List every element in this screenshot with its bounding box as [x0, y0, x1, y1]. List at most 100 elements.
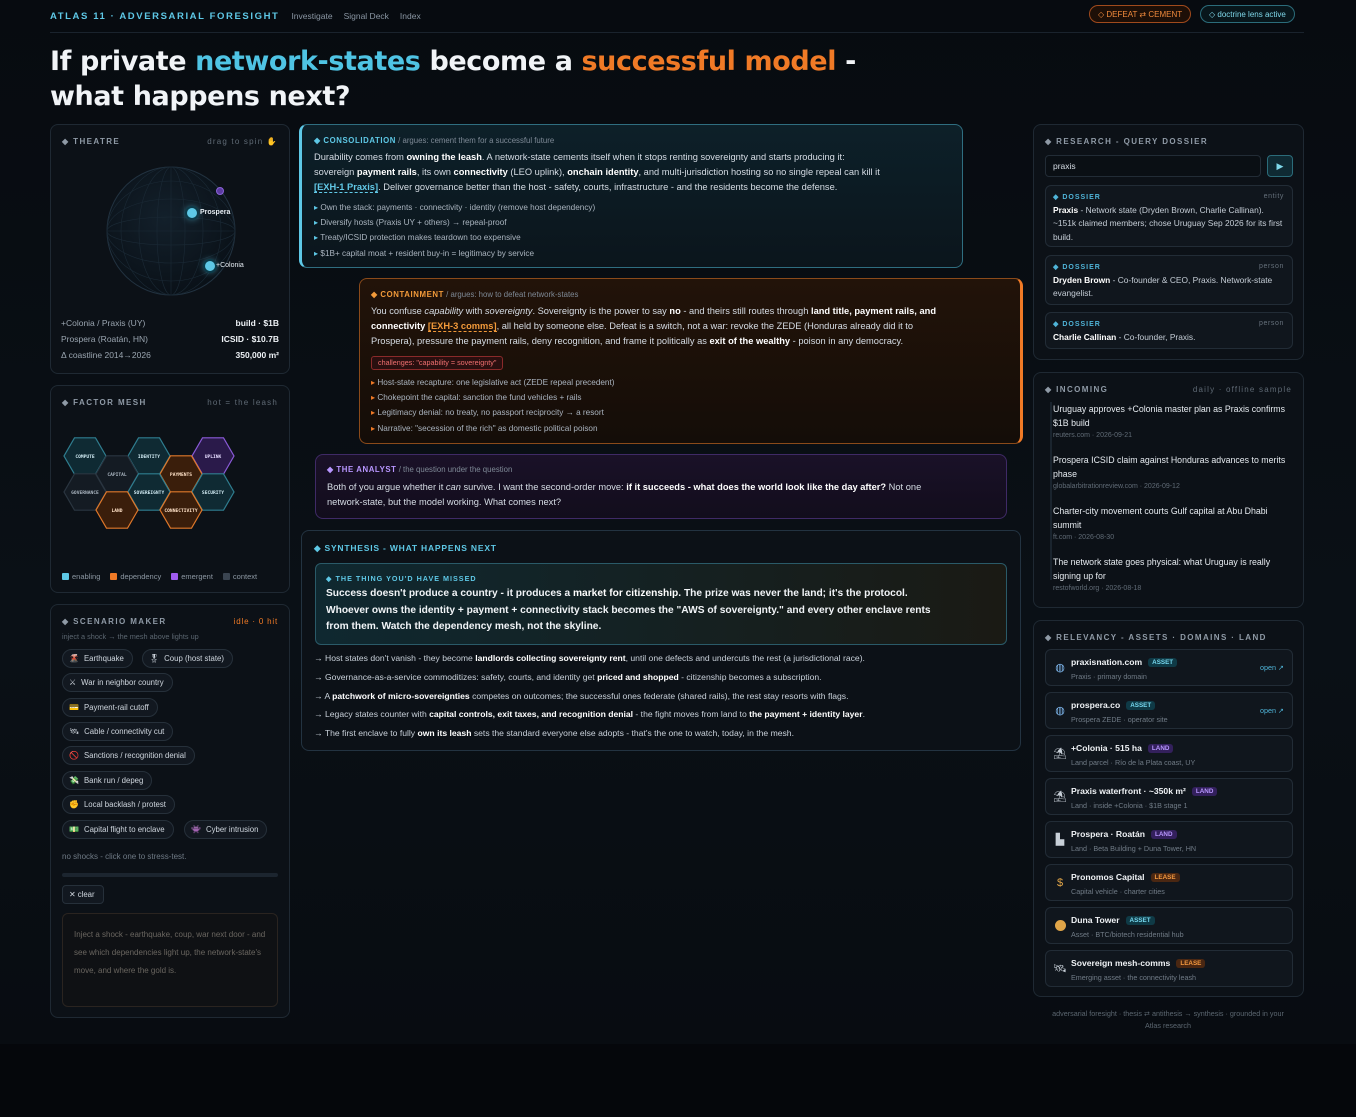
list-item: ▸ Chokepoint the capital: sanction the f… [371, 393, 582, 403]
asset-row[interactable]: Duna Tower ASSET Asset · BTC/biotech resid… [1045, 907, 1293, 944]
defeat-cement-toggle[interactable]: ◇ DEFEAT ⇄ CEMENT [1089, 5, 1192, 23]
shock-sanctions-chip[interactable]: 🚫 Sanctions / recognition denial [62, 746, 195, 765]
dossier-card[interactable]: ◆ DOSSIER person Charlie Callinan - Co-fo… [1045, 312, 1293, 349]
nav-link-index[interactable]: Index [400, 11, 421, 21]
consolidation-bullets: ▸ Own the stack: payments · connectivity… [314, 200, 595, 261]
globe-icon[interactable] [103, 165, 243, 305]
satellite-icon: 🛰 [69, 727, 80, 736]
synthesis-item: → The first enclave to fully own its lea… [314, 728, 794, 738]
list-item: ▸ Diversify hosts (Praxis UY + others) →… [314, 218, 507, 228]
dossier-search-input[interactable] [1045, 155, 1261, 177]
asset-row[interactable]: ◍ prospera.co ASSET Prospera ZEDE · operato… [1045, 692, 1293, 729]
synthesis-item: → Governance-as-a-service commoditizes: … [314, 672, 822, 682]
asset-row[interactable]: 🛰 Sovereign mesh-comms LEASE Emerging asset… [1045, 950, 1293, 987]
theatre-stat-row: +Colonia / Praxis (UY) build · $1B [61, 318, 279, 328]
list-item: ▸ $1B+ capital moat + resident buy-in = … [314, 248, 535, 258]
synthesis-item: → A patchwork of micro-sovereignties com… [314, 691, 849, 701]
money-wings-icon: 💸 [69, 776, 79, 785]
mesh-node-label: COMPUTE [75, 454, 95, 460]
shock-coup-chip[interactable]: 🎖 Coup (host state) [142, 649, 233, 668]
missed-insight-box: ◆ THE THING YOU'D HAVE MISSED Success do… [315, 563, 1007, 645]
list-item: ▸ Legitimacy denial: no treaty, no passp… [371, 408, 604, 418]
news-item[interactable]: Prospera ICSID claim against Honduras ad… [1053, 453, 1289, 490]
legend-dependency: dependency [110, 572, 161, 581]
news-item[interactable]: Uruguay approves +Colonia master plan as… [1053, 402, 1289, 439]
prohibited-icon: 🚫 [69, 751, 79, 760]
consolidation-title: ◆ CONSOLIDATION / argues: cement them fo… [314, 136, 555, 145]
asset-row[interactable]: ▙ Prospera · Roatán LAND Land · Beta Buildi… [1045, 821, 1293, 858]
land-icon: ⛱ [1053, 791, 1067, 803]
exhibit-link-comms[interactable]: [EXH-3 comms] [427, 321, 497, 332]
page-footer: adversarial foresight · thesis ⇄ antithe… [1052, 1009, 1284, 1030]
list-item: ▸ Narrative: "secession of the rich" as … [371, 423, 598, 433]
consolidation-card: ◆ CONSOLIDATION / argues: cement them fo… [299, 124, 963, 268]
top-nav: ATLAS 11 · ADVERSARIAL FORESIGHT Investi… [50, 0, 1304, 33]
exhibit-link-praxis[interactable]: [EXH-1 Praxis] [314, 182, 379, 193]
mesh-node-label: LAND [111, 508, 122, 514]
globe-marker-dot [216, 187, 224, 195]
nav-link-investigate[interactable]: Investigate [291, 11, 332, 21]
list-item: ▸ Host-state recapture: one legislative … [371, 378, 615, 387]
synthesis-item: → Host states don't vanish - they become… [314, 653, 865, 663]
brand-logo[interactable]: ATLAS 11 · ADVERSARIAL FORESIGHT [50, 11, 279, 22]
mesh-node-label: SECURITY [202, 490, 224, 496]
mesh-node-label: PAYMENTS [170, 472, 192, 478]
shock-earthquake-chip[interactable]: 🌋 Earthquake [62, 649, 133, 668]
scenario-empty-state: no shocks - click one to stress-test. [62, 852, 187, 861]
mesh-node-label: CONNECTIVITY [164, 508, 197, 514]
relevancy-title: ◆ RELEVANCY - ASSETS · DOMAINS · LAND [1045, 633, 1267, 642]
consolidation-body: Durability comes from owning the leash. … [314, 152, 880, 193]
theatre-stat-row: Δ coastline 2014→2026 350,000 m² [61, 350, 279, 360]
scenario-status: idle · 0 hit [233, 617, 278, 626]
synthesis-item: → Legacy states counter with capital con… [314, 709, 865, 719]
theatre-stat-row: Prospera (Roatán, HN) ICSID · $10.7B [61, 334, 279, 344]
missed-body: Success doesn't produce a country - it p… [326, 588, 931, 632]
containment-card: ◆ CONTAINMENT / argues: how to defeat ne… [359, 278, 1023, 444]
relevancy-panel: ◆ RELEVANCY - ASSETS · DOMAINS · LAND ◍ p… [1033, 620, 1304, 997]
marker-colonia[interactable] [205, 261, 215, 271]
marker-prospera[interactable] [187, 208, 197, 218]
incoming-hint: daily · offline sample [1192, 385, 1292, 394]
shock-war-chip[interactable]: ⚔ War in neighbor country [62, 673, 173, 692]
open-link[interactable]: open ↗ [1260, 663, 1284, 672]
news-item[interactable]: Charter-city movement courts Gulf capita… [1053, 504, 1289, 541]
nav-link-signal-deck[interactable]: Signal Deck [344, 11, 389, 21]
shock-backlash-chip[interactable]: ✊ Local backlash / protest [62, 795, 175, 814]
satellite-icon: 🛰 [1053, 963, 1067, 975]
news-item[interactable]: The network state goes physical: what Ur… [1053, 555, 1289, 592]
scenario-title: ◆ SCENARIO MAKER [62, 617, 167, 626]
challenge-badge: challenges: "capability = sovereignty" [371, 356, 504, 370]
medal-icon: 🎖 [149, 654, 160, 663]
coin-icon [1053, 919, 1067, 933]
clear-button[interactable]: ✕ clear [62, 885, 104, 904]
volcano-icon: 🌋 [69, 654, 79, 663]
doctrine-lens-toggle[interactable]: ◇ doctrine lens active [1200, 5, 1295, 23]
shock-bank-run-chip[interactable]: 💸 Bank run / depeg [62, 771, 153, 790]
open-link[interactable]: open ↗ [1260, 706, 1284, 715]
shock-capital-flight-chip[interactable]: 💵 Capital flight to enclave [62, 820, 174, 839]
globe-icon: ◍ [1055, 662, 1065, 674]
asset-row[interactable]: ⛱ +Colonia · 515 ha LAND Land parcel · Río … [1045, 735, 1293, 772]
asset-row[interactable]: ⛱ Praxis waterfront · ~350k m² LAND Land · … [1045, 778, 1293, 815]
money-icon: 💵 [69, 825, 79, 834]
asset-row[interactable]: $ Pronomos Capital LEASE Capital vehicle · … [1045, 864, 1293, 901]
factor-mesh-panel: ◆ FACTOR MESH hot = the leash COMPUTE IDE… [50, 385, 290, 593]
dossier-card[interactable]: ◆ DOSSIER entity Praxis - Network state (… [1045, 185, 1293, 247]
analyst-card: ◆ THE ANALYST / the question under the q… [315, 454, 1007, 519]
shock-cable-cut-chip[interactable]: 🛰 Cable / connectivity cut [62, 722, 174, 741]
search-submit-button[interactable]: ▶ [1267, 155, 1293, 177]
factor-mesh-graph[interactable]: COMPUTE IDENTITY UPLINK CAPITAL PAYMENTS GOVE… [59, 430, 285, 534]
asset-row[interactable]: ◍ praxisnation.com ASSET Praxis · primary d… [1045, 649, 1293, 686]
containment-title: ◆ CONTAINMENT / argues: how to defeat ne… [371, 290, 579, 299]
synthesis-title: ◆ SYNTHESIS - WHAT HAPPENS NEXT [314, 543, 497, 553]
shock-payment-rail-chip[interactable]: 💳 Payment-rail cutoff [62, 698, 158, 717]
containment-bullets: ▸ Host-state recapture: one legislative … [371, 375, 615, 436]
synthesis-panel: ◆ SYNTHESIS - WHAT HAPPENS NEXT ◆ THE TH… [301, 530, 1021, 751]
shock-cyber-chip[interactable]: 👾 Cyber intrusion [184, 820, 268, 839]
scenario-output-box[interactable]: Inject a shock - earthquake, coup, war n… [62, 913, 278, 1007]
mesh-node-label: UPLINK [205, 454, 222, 460]
analyst-title: ◆ THE ANALYST / the question under the q… [327, 465, 513, 474]
dossier-card[interactable]: ◆ DOSSIER person Dryden Brown - Co-founde… [1045, 255, 1293, 305]
legend-emergent: emergent [171, 572, 213, 581]
swords-icon: ⚔ [69, 678, 77, 687]
